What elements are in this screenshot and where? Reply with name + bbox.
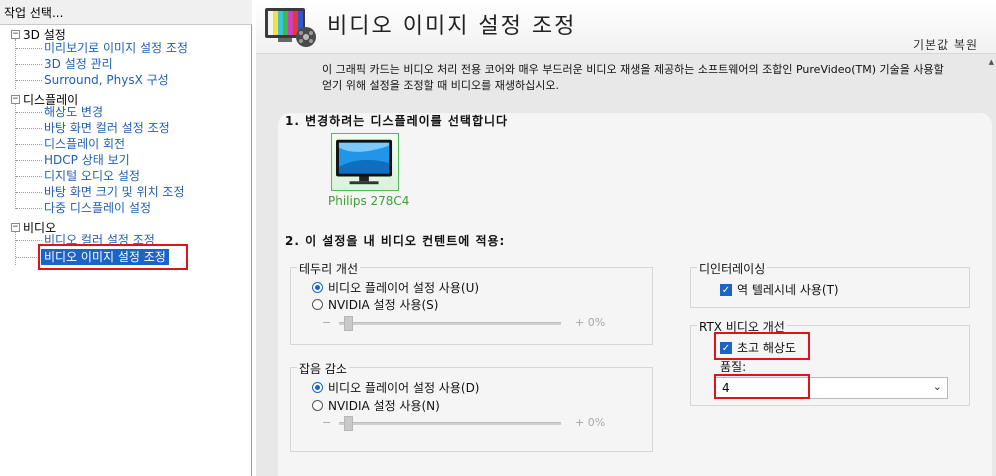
tree-connector [16,192,42,193]
tree-connector [16,144,42,145]
tree-connector [16,128,42,129]
tree-item-desktop-size-position[interactable]: 바탕 화면 크기 및 위치 조정 [44,184,185,200]
quality-label: 품질: [720,360,747,374]
radio-selected-icon[interactable] [312,282,323,293]
edge-option-nvidia-settings[interactable]: NVIDIA 설정 사용(S) [312,296,438,313]
radio-selected-icon[interactable] [312,382,323,393]
checkbox-checked-icon[interactable]: ✓ [720,283,732,296]
scroll-up-icon[interactable]: ▲ [989,58,994,66]
radio-unselected-icon[interactable] [312,400,323,411]
tree-connector [16,240,42,241]
noise-reduction-label: 잡음 감소 [297,360,349,377]
page-title: 비디오 이미지 설정 조정 [327,14,577,39]
highlight-box-super-resolution [714,332,810,360]
edge-slider-thumb[interactable] [344,316,353,331]
display-name-label: Philips 278C4 [328,194,410,208]
page-header: 비디오 이미지 설정 조정 기본값 복원 [256,0,996,54]
tree-connector [16,208,42,209]
checkbox-label: 역 텔레시네 사용(T) [737,283,839,297]
radio-label: 비디오 플레이어 설정 사용(D) [328,381,480,395]
restore-defaults-link[interactable]: 기본값 복원 [913,36,978,53]
noise-slider-track[interactable] [339,422,561,425]
tree-item-digital-audio[interactable]: 디지털 오디오 설정 [44,168,140,184]
tree-item-desktop-color[interactable]: 바탕 화면 컬러 설정 조정 [44,120,170,136]
highlight-box-quality [714,374,810,399]
tree-item-change-resolution[interactable]: 해상도 변경 [44,104,103,120]
deinterlacing-label: 디인터레이싱 [697,260,768,277]
collapse-icon[interactable]: − [11,29,20,39]
radio-label: 비디오 플레이어 설정 사용(U) [328,281,480,295]
description-line-1: 이 그래픽 카드는 비디오 처리 전용 코어와 매우 부드러운 비디오 재생을 … [322,63,944,76]
tree-guide-line [15,103,16,209]
tree-item-preview-image-settings[interactable]: 미리보기로 이미지 설정 조정 [44,40,188,56]
description-line-2: 얻기 위해 설정을 조정할 때 비디오를 재생하십시오. [322,79,559,92]
highlight-box-selected-item [38,244,188,270]
edge-option-player-settings[interactable]: 비디오 플레이어 설정 사용(U) [312,279,479,296]
slider-minus-icon: − [322,316,332,329]
tree-connector [16,257,39,258]
slider-minus-icon: − [322,416,332,429]
collapse-icon[interactable]: − [11,222,20,232]
tree-item-multiple-displays[interactable]: 다중 디스플레이 설정 [44,200,151,216]
section-apply-settings-title: 2. 이 설정을 내 비디오 컨텐트에 적용: [285,234,506,248]
tree-item-surround-physx[interactable]: Surround, PhysX 구성 [44,72,169,88]
noise-slider-thumb[interactable] [344,416,353,431]
task-header-label: 작업 선택... [4,6,64,20]
noise-slider-value: + 0% [575,416,606,429]
tree-connector [16,112,42,113]
section-select-display-title: 1. 변경하려는 디스플레이를 선택합니다 [285,114,509,128]
noise-option-nvidia-settings[interactable]: NVIDIA 설정 사용(N) [312,397,440,414]
task-header: 작업 선택... [0,0,252,24]
radio-label: NVIDIA 설정 사용(N) [328,399,440,413]
tree-item-hdcp-status[interactable]: HDCP 상태 보기 [44,152,130,168]
video-settings-icon [265,8,316,47]
tree-connector [16,80,42,81]
tree-connector [16,160,42,161]
tree-connector [16,176,42,177]
edge-slider-value: + 0% [575,316,606,329]
page-description: 이 그래픽 카드는 비디오 처리 전용 코어와 매우 부드러운 비디오 재생을 … [322,62,992,94]
tree-guide-line [15,231,16,265]
tree-item-rotate-display[interactable]: 디스플레이 회전 [44,136,125,152]
radio-unselected-icon[interactable] [312,299,323,310]
monitor-icon [336,139,393,185]
radio-label: NVIDIA 설정 사용(S) [328,298,439,312]
noise-option-player-settings[interactable]: 비디오 플레이어 설정 사용(D) [312,379,480,396]
display-selector-philips[interactable] [331,133,399,191]
inverse-telecine-checkbox[interactable]: ✓ 역 텔레시네 사용(T) [720,281,839,298]
edge-enhancement-label: 테두리 개선 [297,260,361,277]
tree-item-manage-3d-settings[interactable]: 3D 설정 관리 [44,56,113,72]
tree-connector [16,64,42,65]
edge-slider-track[interactable] [339,322,561,325]
chevron-down-icon[interactable]: ⌄ [933,380,942,393]
collapse-icon[interactable]: − [11,94,20,104]
tree-connector [16,48,42,49]
